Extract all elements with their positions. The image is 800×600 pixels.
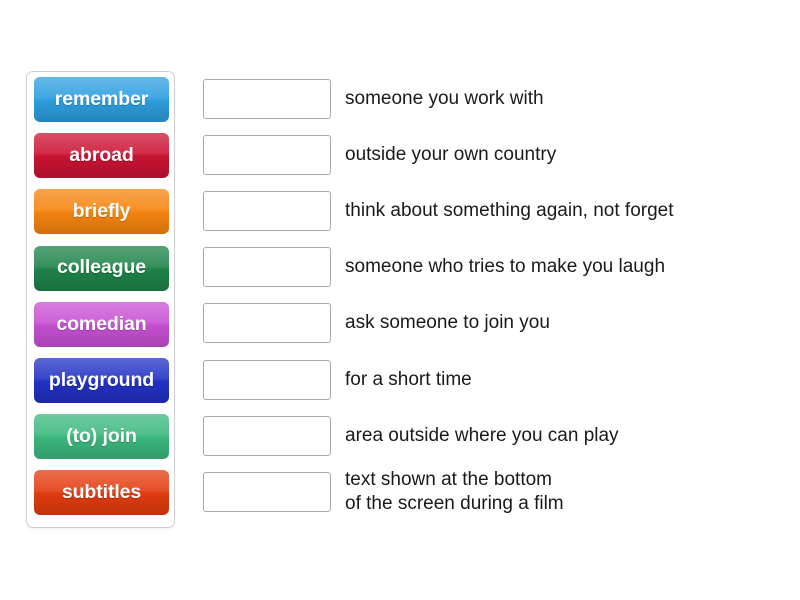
word-tile-playground[interactable]: playground bbox=[34, 358, 169, 403]
word-tile-briefly[interactable]: briefly bbox=[34, 189, 169, 235]
word-tile-label: comedian bbox=[56, 312, 147, 335]
answer-dropzone-5[interactable] bbox=[203, 303, 331, 344]
answer-dropzone-1[interactable] bbox=[203, 78, 331, 119]
word-tile-subtitles[interactable]: subtitles bbox=[34, 470, 169, 516]
word-tile-abroad[interactable]: abroad bbox=[34, 133, 169, 179]
definition-row: someone who tries to make you laugh bbox=[203, 245, 783, 290]
definition-row: outside your own country bbox=[203, 132, 783, 177]
word-tile-label: subtitles bbox=[61, 481, 142, 504]
definition-row: ask someone to join you bbox=[203, 301, 783, 346]
word-tile-colleague[interactable]: colleague bbox=[34, 245, 169, 291]
answer-dropzone-2[interactable] bbox=[203, 134, 331, 175]
word-tile-label: colleague bbox=[56, 256, 147, 279]
definition-text: text shown at the bottom of the screen d… bbox=[345, 468, 564, 514]
word-tile-label: abroad bbox=[69, 143, 134, 166]
definition-text: for a short time bbox=[345, 368, 472, 390]
definition-row: text shown at the bottom of the screen d… bbox=[203, 469, 783, 514]
word-tile-label: briefly bbox=[72, 200, 131, 223]
word-tile-comedian[interactable]: comedian bbox=[34, 301, 169, 347]
definition-text: someone who tries to make you laugh bbox=[345, 256, 666, 278]
definition-row: area outside where you can play bbox=[203, 413, 783, 458]
answer-dropzone-3[interactable] bbox=[203, 190, 331, 231]
match-up-activity: remember abroad briefly colleague comedian pl… bbox=[0, 0, 800, 600]
answer-dropzone-7[interactable] bbox=[203, 415, 331, 456]
word-tile-label: (to) join bbox=[66, 424, 137, 447]
word-tile-remember[interactable]: remember bbox=[34, 77, 169, 122]
word-tiles-list: remember abroad briefly colleague comedian pl… bbox=[27, 72, 174, 527]
definition-row: someone you work with bbox=[203, 76, 783, 121]
word-tile-to-join[interactable]: (to) join bbox=[34, 414, 169, 460]
word-tile-label: remember bbox=[54, 87, 149, 110]
definition-text: think about something again, not forget bbox=[345, 199, 674, 221]
definition-row: think about something again, not forget bbox=[203, 188, 783, 233]
definition-text: area outside where you can play bbox=[345, 424, 619, 446]
answer-dropzone-8[interactable] bbox=[203, 471, 331, 512]
definition-text: outside your own country bbox=[345, 143, 557, 165]
answer-dropzone-4[interactable] bbox=[203, 247, 331, 288]
word-tile-label: playground bbox=[48, 368, 155, 391]
answer-dropzone-6[interactable] bbox=[203, 359, 331, 400]
definition-row: for a short time bbox=[203, 357, 783, 402]
definition-text: someone you work with bbox=[345, 87, 544, 109]
definition-text: ask someone to join you bbox=[345, 312, 550, 334]
definition-rows: someone you work with outside your own co… bbox=[203, 71, 783, 528]
word-tiles-panel: remember abroad briefly colleague comedian pl… bbox=[26, 71, 175, 528]
